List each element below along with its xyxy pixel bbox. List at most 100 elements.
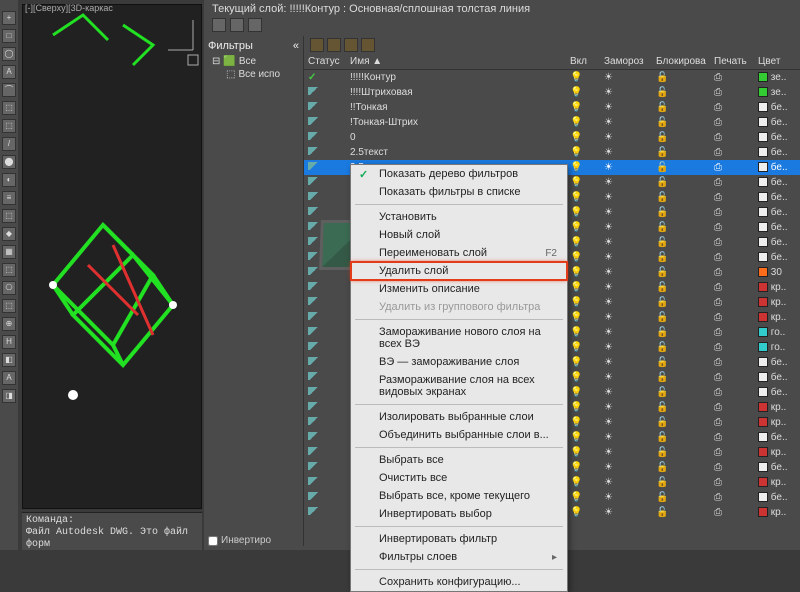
freeze-toggle[interactable]: ☀	[600, 385, 652, 400]
lock-toggle[interactable]: 🔓	[652, 160, 710, 175]
menu-item[interactable]: Сохранить конфигурацию...	[351, 573, 567, 591]
lock-toggle[interactable]: 🔓	[652, 340, 710, 355]
color-cell[interactable]: бе..	[754, 250, 800, 265]
on-toggle[interactable]: 💡	[566, 475, 600, 490]
on-toggle[interactable]: 💡	[566, 160, 600, 175]
freeze-toggle[interactable]: ☀	[600, 415, 652, 430]
tool-icon[interactable]: ◧	[2, 353, 16, 367]
freeze-toggle[interactable]: ☀	[600, 460, 652, 475]
print-toggle[interactable]: ⎙	[710, 100, 754, 115]
on-toggle[interactable]: 💡	[566, 235, 600, 250]
freeze-toggle[interactable]: ☀	[600, 250, 652, 265]
color-cell[interactable]: бе..	[754, 370, 800, 385]
tool-icon[interactable]: ⬚	[2, 101, 16, 115]
freeze-toggle[interactable]: ☀	[600, 325, 652, 340]
filter-used[interactable]: Все испо	[238, 69, 280, 80]
menu-item[interactable]: Инвертировать фильтр	[351, 530, 567, 548]
layer-row[interactable]: !!Тонкая💡☀🔓⎙ бе..	[304, 100, 800, 115]
freeze-toggle[interactable]: ☀	[600, 130, 652, 145]
freeze-toggle[interactable]: ☀	[600, 340, 652, 355]
print-toggle[interactable]: ⎙	[710, 280, 754, 295]
lock-toggle[interactable]: 🔓	[652, 325, 710, 340]
lock-toggle[interactable]: 🔓	[652, 475, 710, 490]
on-toggle[interactable]: 💡	[566, 205, 600, 220]
freeze-toggle[interactable]: ☀	[600, 70, 652, 85]
freeze-toggle[interactable]: ☀	[600, 355, 652, 370]
lock-toggle[interactable]: 🔓	[652, 190, 710, 205]
layer-row[interactable]: 2.5текст💡☀🔓⎙ бе..	[304, 145, 800, 160]
menu-item[interactable]: Замораживание нового слоя на всех ВЭ	[351, 323, 567, 353]
freeze-toggle[interactable]: ☀	[600, 115, 652, 130]
col-on[interactable]: Вкл	[566, 54, 600, 70]
lock-toggle[interactable]: 🔓	[652, 235, 710, 250]
lock-toggle[interactable]: 🔓	[652, 430, 710, 445]
col-print[interactable]: Печать	[710, 54, 754, 70]
tool-icon[interactable]: ◨	[2, 389, 16, 403]
menu-item[interactable]: Удалить слой	[351, 262, 567, 280]
on-toggle[interactable]: 💡	[566, 445, 600, 460]
print-toggle[interactable]: ⎙	[710, 235, 754, 250]
layer-tool-icon[interactable]	[327, 38, 341, 52]
menu-item[interactable]: Установить	[351, 208, 567, 226]
color-cell[interactable]: бе..	[754, 430, 800, 445]
on-toggle[interactable]: 💡	[566, 175, 600, 190]
print-toggle[interactable]: ⎙	[710, 355, 754, 370]
color-cell[interactable]: кр..	[754, 295, 800, 310]
layer-tool-icon[interactable]	[361, 38, 375, 52]
color-cell[interactable]: бе..	[754, 355, 800, 370]
tool-icon[interactable]: ◆	[2, 227, 16, 241]
lock-toggle[interactable]: 🔓	[652, 415, 710, 430]
tool-icon[interactable]: ▦	[2, 245, 16, 259]
color-cell[interactable]: бе..	[754, 130, 800, 145]
invert-checkbox[interactable]	[208, 536, 218, 546]
col-status[interactable]: Статус	[304, 54, 346, 70]
lock-toggle[interactable]: 🔓	[652, 130, 710, 145]
color-cell[interactable]: бе..	[754, 145, 800, 160]
freeze-toggle[interactable]: ☀	[600, 310, 652, 325]
tool-icon[interactable]: ◐	[2, 173, 16, 187]
filter-tree[interactable]: ⊟🟩Все ⬚Все испо	[208, 55, 299, 81]
color-cell[interactable]: зе..	[754, 70, 800, 85]
tool-icon[interactable]: H	[2, 335, 16, 349]
color-cell[interactable]: кр..	[754, 415, 800, 430]
lock-toggle[interactable]: 🔓	[652, 100, 710, 115]
menu-item[interactable]: Очистить все	[351, 469, 567, 487]
lock-toggle[interactable]: 🔓	[652, 85, 710, 100]
command-line[interactable]: Команда: Файл Autodesk DWG. Это файл фор…	[22, 512, 202, 550]
tool-icon[interactable]: /	[2, 137, 16, 151]
on-toggle[interactable]: 💡	[566, 130, 600, 145]
tool-icon[interactable]: □	[2, 29, 16, 43]
print-toggle[interactable]: ⎙	[710, 115, 754, 130]
menu-item[interactable]: Выбрать все, кроме текущего	[351, 487, 567, 505]
invert-filter-check[interactable]: Инвертиро	[208, 535, 271, 546]
print-toggle[interactable]: ⎙	[710, 175, 754, 190]
tool-icon[interactable]: ⬚	[2, 263, 16, 277]
freeze-toggle[interactable]: ☀	[600, 400, 652, 415]
print-toggle[interactable]: ⎙	[710, 475, 754, 490]
on-toggle[interactable]: 💡	[566, 325, 600, 340]
color-cell[interactable]: бе..	[754, 220, 800, 235]
on-toggle[interactable]: 💡	[566, 145, 600, 160]
toolbar-icon[interactable]	[212, 18, 226, 32]
color-cell[interactable]: бе..	[754, 205, 800, 220]
layer-name-cell[interactable]: !Тонкая-Штрих	[346, 115, 566, 130]
freeze-toggle[interactable]: ☀	[600, 370, 652, 385]
menu-item[interactable]: Выбрать все	[351, 451, 567, 469]
freeze-toggle[interactable]: ☀	[600, 235, 652, 250]
freeze-toggle[interactable]: ☀	[600, 85, 652, 100]
layer-name-cell[interactable]: 0	[346, 130, 566, 145]
menu-item[interactable]: Объединить выбранные слои в...	[351, 426, 567, 444]
color-cell[interactable]: кр..	[754, 445, 800, 460]
color-cell[interactable]: кр..	[754, 400, 800, 415]
freeze-toggle[interactable]: ☀	[600, 190, 652, 205]
drawing-viewport[interactable]: [-][Сверху][3D-каркас	[22, 4, 202, 509]
color-cell[interactable]: бе..	[754, 190, 800, 205]
freeze-toggle[interactable]: ☀	[600, 430, 652, 445]
tool-icon[interactable]: A	[2, 65, 16, 79]
print-toggle[interactable]: ⎙	[710, 415, 754, 430]
print-toggle[interactable]: ⎙	[710, 490, 754, 505]
lock-toggle[interactable]: 🔓	[652, 265, 710, 280]
print-toggle[interactable]: ⎙	[710, 460, 754, 475]
lock-toggle[interactable]: 🔓	[652, 310, 710, 325]
print-toggle[interactable]: ⎙	[710, 190, 754, 205]
